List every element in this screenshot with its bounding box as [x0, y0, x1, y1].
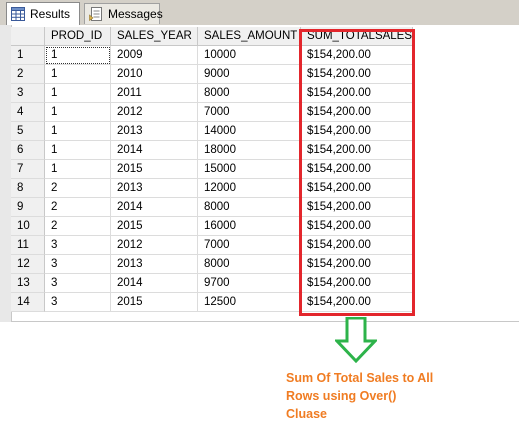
down-arrow-icon [333, 316, 379, 364]
cell-sales-year[interactable]: 2015 [111, 160, 198, 179]
cell-prod-id[interactable]: 3 [45, 255, 111, 274]
grid-corner-header[interactable] [11, 27, 45, 46]
row-number[interactable]: 1 [11, 46, 45, 65]
cell-prod-id[interactable]: 3 [45, 236, 111, 255]
cell-prod-id[interactable]: 3 [45, 274, 111, 293]
cell-sales-amount[interactable]: 9700 [198, 274, 301, 293]
cell-sales-amount[interactable]: 12500 [198, 293, 301, 312]
row-number[interactable]: 6 [11, 141, 45, 160]
cell-sales-year[interactable]: 2010 [111, 65, 198, 84]
cell-sales-amount[interactable]: 14000 [198, 122, 301, 141]
cell-prod-id[interactable]: 1 [45, 122, 111, 141]
row-number[interactable]: 4 [11, 103, 45, 122]
cell-prod-id[interactable]: 1 [45, 84, 111, 103]
cell-sales-year[interactable]: 2014 [111, 141, 198, 160]
cell-sales-year[interactable]: 2015 [111, 217, 198, 236]
row-number[interactable]: 13 [11, 274, 45, 293]
row-number[interactable]: 2 [11, 65, 45, 84]
cell-prod-id[interactable]: 2 [45, 179, 111, 198]
cell-sales-year[interactable]: 2009 [111, 46, 198, 65]
cell-sales-year[interactable]: 2011 [111, 84, 198, 103]
cell-sales-year[interactable]: 2013 [111, 179, 198, 198]
sum-column-highlight-box [299, 29, 415, 316]
cell-prod-id[interactable]: 1 [45, 160, 111, 179]
tab-results-label: Results [30, 7, 71, 21]
cell-sales-year[interactable]: 2014 [111, 198, 198, 217]
cell-sales-amount[interactable]: 12000 [198, 179, 301, 198]
row-number[interactable]: 14 [11, 293, 45, 312]
column-header-sales-year[interactable]: SALES_YEAR [111, 27, 198, 46]
cell-sales-year[interactable]: 2012 [111, 236, 198, 255]
cell-sales-year[interactable]: 2013 [111, 122, 198, 141]
tab-results[interactable]: Results [6, 2, 80, 25]
column-header-sales-amount[interactable]: SALES_AMOUNT [198, 27, 301, 46]
cell-sales-amount[interactable]: 7000 [198, 236, 301, 255]
grid-icon [11, 7, 25, 21]
row-number[interactable]: 8 [11, 179, 45, 198]
cell-prod-id[interactable]: 3 [45, 293, 111, 312]
cell-sales-year[interactable]: 2013 [111, 255, 198, 274]
cell-prod-id[interactable]: 1 [45, 65, 111, 84]
cell-sales-amount[interactable]: 7000 [198, 103, 301, 122]
cell-prod-id[interactable]: 1 [45, 46, 111, 65]
column-header-prod-id[interactable]: PROD_ID [45, 27, 111, 46]
cell-sales-amount[interactable]: 18000 [198, 141, 301, 160]
tab-messages-label: Messages [108, 7, 163, 21]
row-number[interactable]: 11 [11, 236, 45, 255]
cell-prod-id[interactable]: 1 [45, 141, 111, 160]
cell-sales-amount[interactable]: 8000 [198, 198, 301, 217]
row-number[interactable]: 9 [11, 198, 45, 217]
tab-messages[interactable]: Messages [84, 3, 163, 24]
row-number[interactable]: 12 [11, 255, 45, 274]
grid-bottom-border [11, 321, 519, 322]
cell-sales-amount[interactable]: 9000 [198, 65, 301, 84]
cell-prod-id[interactable]: 2 [45, 217, 111, 236]
cell-prod-id[interactable]: 2 [45, 198, 111, 217]
annotation-caption: Sum Of Total Sales to All Rows using Ove… [286, 371, 434, 421]
cell-sales-amount[interactable]: 16000 [198, 217, 301, 236]
cell-sales-amount[interactable]: 10000 [198, 46, 301, 65]
cell-sales-amount[interactable]: 15000 [198, 160, 301, 179]
row-number[interactable]: 3 [11, 84, 45, 103]
cell-sales-year[interactable]: 2014 [111, 274, 198, 293]
row-number[interactable]: 10 [11, 217, 45, 236]
cell-sales-year[interactable]: 2015 [111, 293, 198, 312]
results-tabstrip: Results Messages [0, 0, 519, 26]
cell-sales-amount[interactable]: 8000 [198, 255, 301, 274]
cell-sales-amount[interactable]: 8000 [198, 84, 301, 103]
row-number[interactable]: 7 [11, 160, 45, 179]
messages-icon [89, 7, 103, 22]
cell-sales-year[interactable]: 2012 [111, 103, 198, 122]
row-number[interactable]: 5 [11, 122, 45, 141]
cell-prod-id[interactable]: 1 [45, 103, 111, 122]
